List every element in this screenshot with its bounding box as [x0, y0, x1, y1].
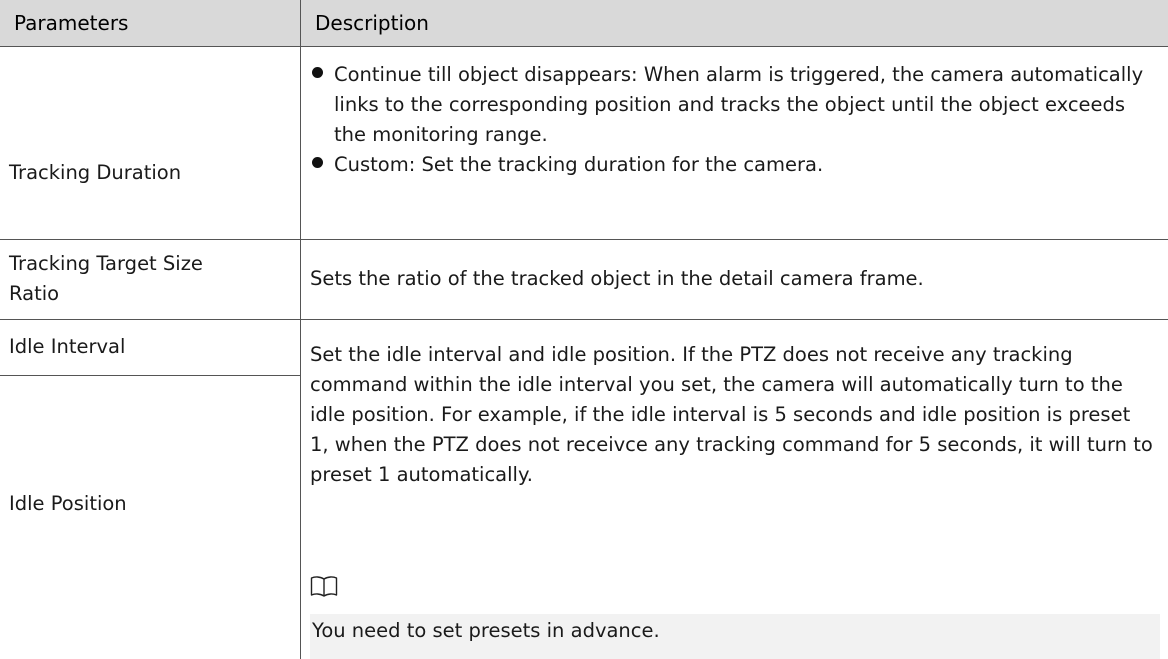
bullet-icon	[312, 157, 323, 168]
row-target-size-ratio-desc: Sets the ratio of the tracked object in …	[310, 267, 924, 290]
row-divider-1	[0, 239, 1168, 240]
row-divider-2	[0, 319, 1168, 320]
row-divider-3	[0, 375, 300, 376]
book-icon	[310, 576, 338, 597]
bullet-item: Custom: Set the tracking duration for th…	[310, 150, 1155, 180]
parameter-table: Parameters Description Tracking Duration…	[0, 0, 1168, 659]
bullet-item: Continue till object disappears: When al…	[310, 60, 1155, 150]
row-idle-position-param: Idle Position	[9, 492, 127, 515]
row-idle-desc: Set the idle interval and idle position.…	[310, 343, 1153, 486]
column-divider	[300, 46, 301, 659]
note-text: You need to set presets in advance.	[312, 619, 660, 642]
tracking-duration-bullets: Continue till object disappears: When al…	[310, 60, 1155, 180]
bullet-icon	[312, 67, 323, 78]
bullet-text: Custom: Set the tracking duration for th…	[334, 153, 824, 176]
header-description: Description	[300, 0, 1168, 46]
row-target-size-ratio-param: Tracking Target Size Ratio	[9, 252, 203, 305]
bullet-text: Continue till object disappears: When al…	[334, 63, 1144, 146]
row-idle-interval-param: Idle Interval	[9, 335, 126, 358]
header-parameters: Parameters	[0, 0, 300, 46]
row-tracking-duration-param: Tracking Duration	[9, 161, 182, 184]
header-bottom-rule	[0, 46, 1168, 47]
